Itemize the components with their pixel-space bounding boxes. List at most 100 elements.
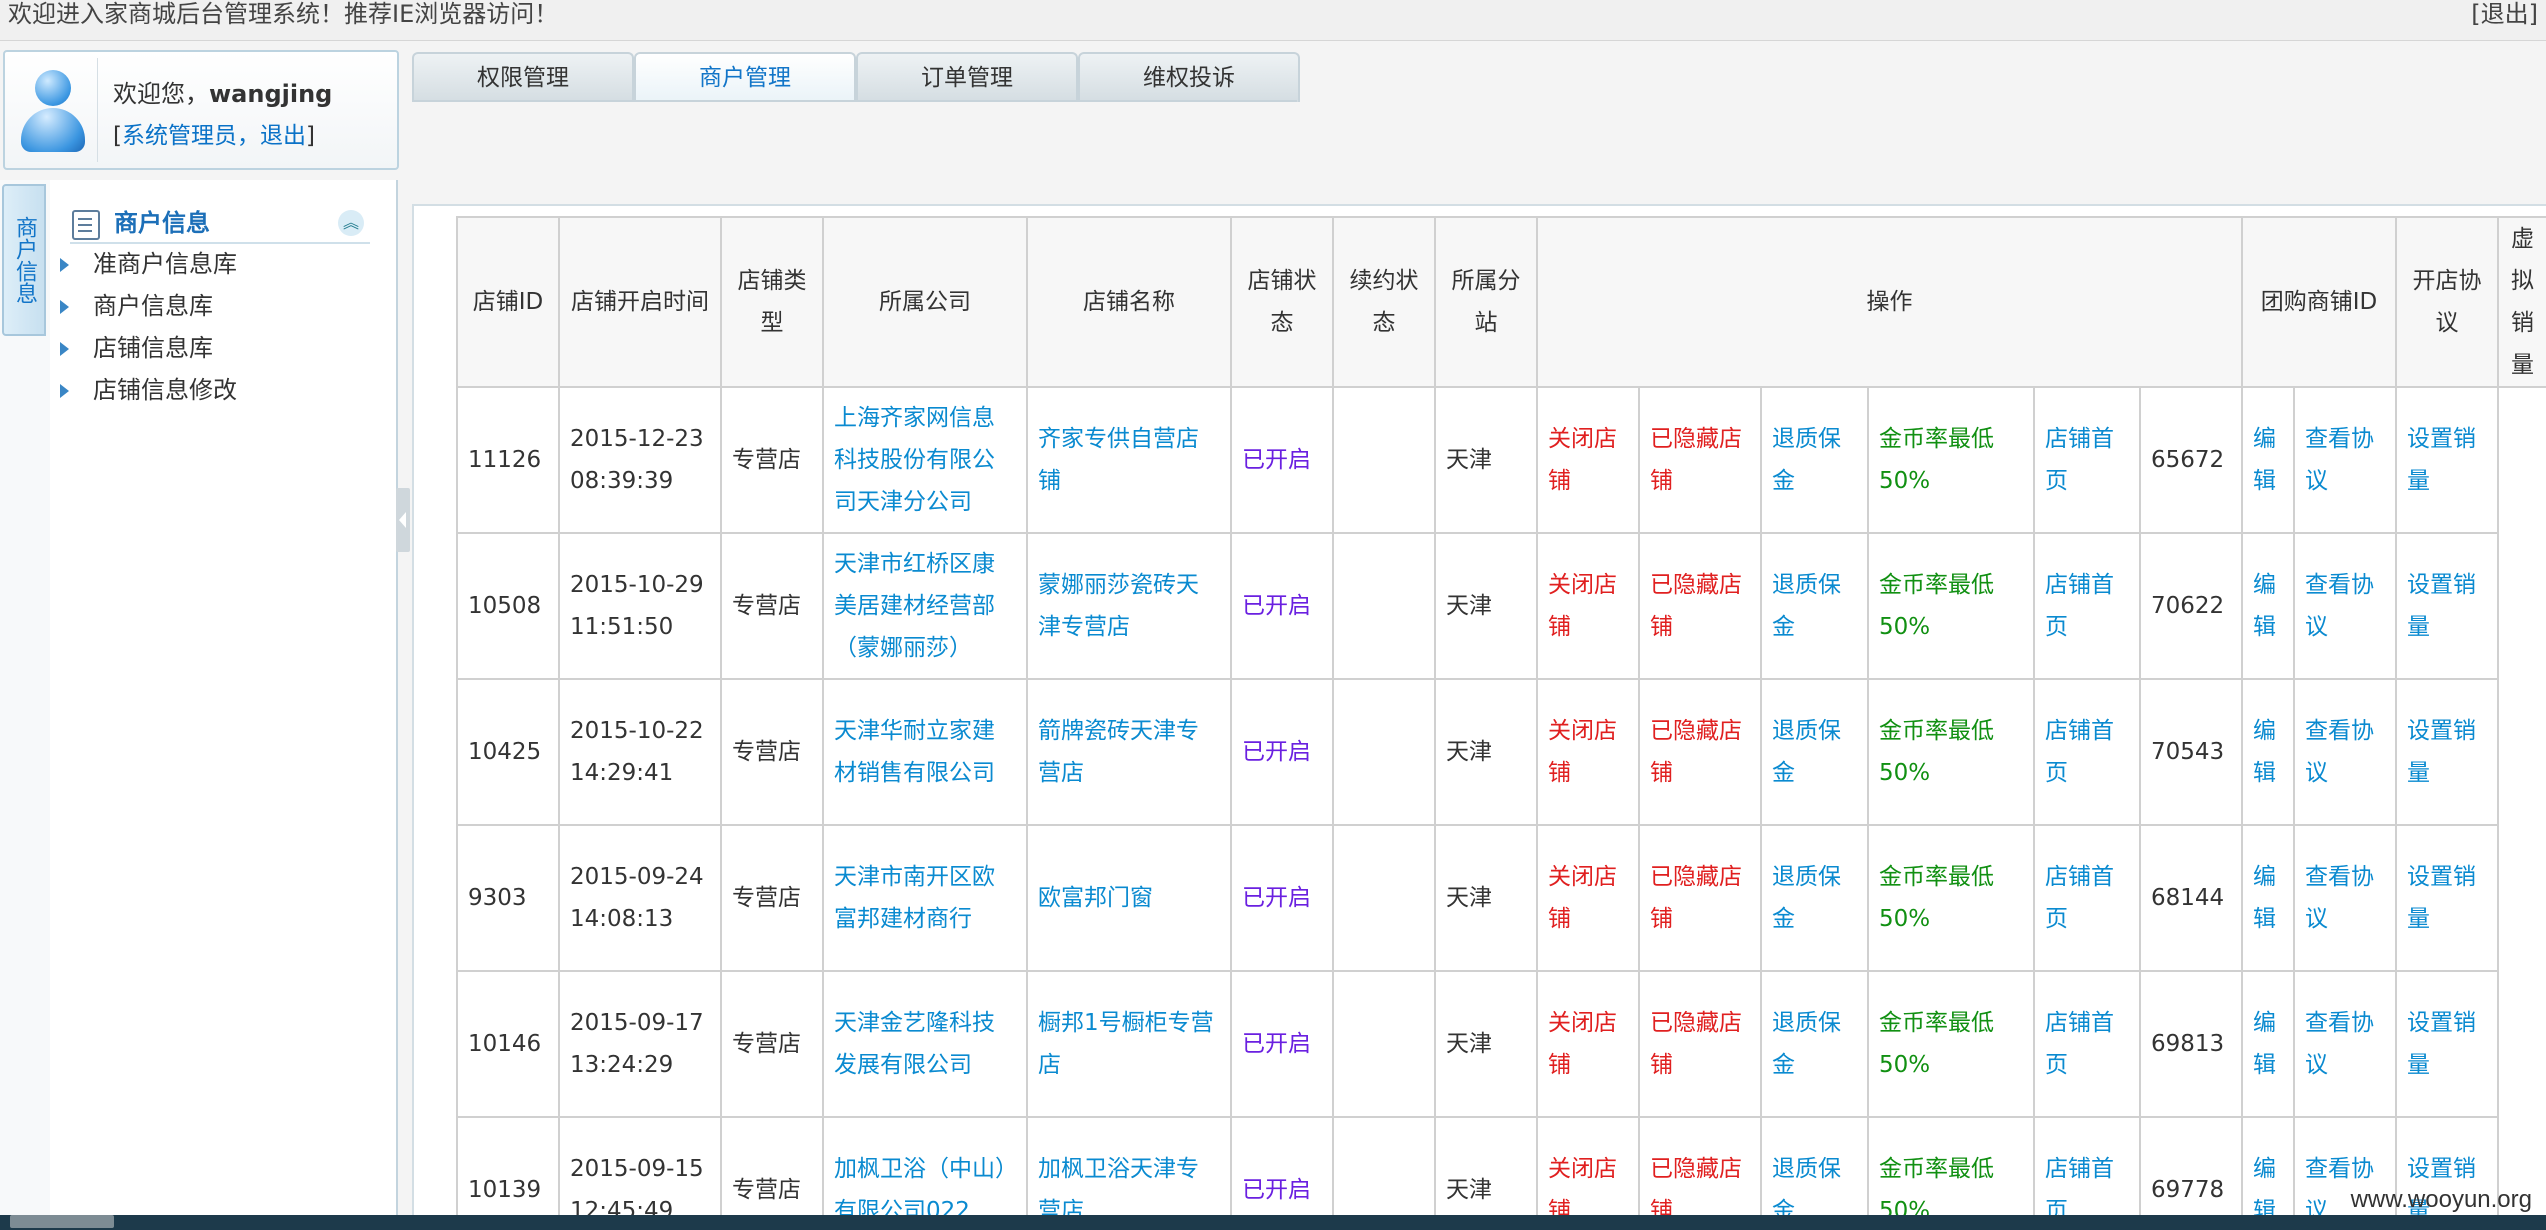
cell-store-id: 11126 [468,447,542,473]
cell-company-link[interactable]: 加枫卫浴（中山）有限公司022 [834,1156,1007,1218]
set-sales-link[interactable]: 设置销量 [2407,1010,2476,1078]
edit-link[interactable]: 编辑 [2253,864,2276,932]
cell-store-id: 9303 [468,885,527,911]
tab-complaints[interactable]: 维权投诉 [1078,52,1300,102]
tab-merchants[interactable]: 商户管理 [634,52,856,102]
view-agreement-link[interactable]: 查看协议 [2305,864,2374,932]
store-home-link[interactable]: 店铺首页 [2045,426,2114,494]
triangle-right-icon [60,258,69,272]
triangle-right-icon [60,300,69,314]
tab-permissions[interactable]: 权限管理 [412,52,634,102]
hidden-store-link[interactable]: 已隐藏店铺 [1650,864,1742,932]
cell-store-type: 专营店 [732,1031,801,1057]
double-chevron-up-icon[interactable]: ︽ [338,210,364,236]
hidden-store-link[interactable]: 已隐藏店铺 [1650,1156,1742,1218]
welcome-message: 欢迎进入家商城后台管理系统！推荐IE浏览器访问！ [8,0,559,28]
store-home-link[interactable]: 店铺首页 [2045,572,2114,640]
edit-link[interactable]: 编辑 [2253,1156,2276,1218]
cell-company-link[interactable]: 天津市南开区欧富邦建材商行 [834,864,995,932]
cell-company-link[interactable]: 上海齐家网信息科技股份有限公司天津分公司 [834,405,995,515]
tab-orders[interactable]: 订单管理 [856,52,1078,102]
cell-group-id: 70622 [2151,593,2225,619]
cell-open-time: 2015-10-29 11:51:50 [570,572,704,640]
edit-link[interactable]: 编辑 [2253,718,2276,786]
cell-store-name-link[interactable]: 齐家专供自营店铺 [1038,426,1199,494]
gold-rate-link[interactable]: 金币率最低50% [1879,1010,1994,1078]
refund-deposit-link[interactable]: 退质保金 [1772,1010,1841,1078]
set-sales-link[interactable]: 设置销量 [2407,572,2476,640]
edit-link[interactable]: 编辑 [2253,572,2276,640]
view-agreement-link[interactable]: 查看协议 [2305,426,2374,494]
gold-rate-link[interactable]: 金币率最低50% [1879,572,1994,640]
edit-link[interactable]: 编辑 [2253,426,2276,494]
refund-deposit-link[interactable]: 退质保金 [1772,864,1841,932]
cell-store-id: 10425 [468,739,542,765]
set-sales-link[interactable]: 设置销量 [2407,426,2476,494]
refund-deposit-link[interactable]: 退质保金 [1772,1156,1841,1218]
table-row: 9303 2015-09-24 14:08:13 专营店 天津市南开区欧富邦建材商行 欧… [456,824,2546,972]
sidebar-vertical-tab[interactable]: 商户信息 [2,184,46,336]
store-home-link[interactable]: 店铺首页 [2045,1010,2114,1078]
cell-substation: 天津 [1446,739,1492,765]
col-company: 所属公司 [822,216,1028,388]
cell-substation: 天津 [1446,885,1492,911]
close-store-link[interactable]: 关闭店铺 [1548,864,1617,932]
close-store-link[interactable]: 关闭店铺 [1548,718,1617,786]
hidden-store-link[interactable]: 已隐藏店铺 [1650,426,1742,494]
close-store-link[interactable]: 关闭店铺 [1548,1010,1617,1078]
close-store-link[interactable]: 关闭店铺 [1548,426,1617,494]
refund-deposit-link[interactable]: 退质保金 [1772,426,1841,494]
close-store-link[interactable]: 关闭店铺 [1548,572,1617,640]
refund-deposit-link[interactable]: 退质保金 [1772,572,1841,640]
store-home-link[interactable]: 店铺首页 [2045,864,2114,932]
cell-store-name-link[interactable]: 箭牌瓷砖天津专营店 [1038,718,1199,786]
edit-link[interactable]: 编辑 [2253,1010,2276,1078]
role-logout-link[interactable]: 系统管理员，退出 [122,123,306,149]
cell-open-time: 2015-09-17 13:24:29 [570,1010,704,1078]
gold-rate-link[interactable]: 金币率最低50% [1879,718,1994,786]
sidebar: 商户信息 商户信息 ︽ 准商户信息库 商户信息库 店铺信息库 店铺信息修改 [0,180,398,1215]
table-row: 10139 2015-09-15 12:45:49 专营店 加枫卫浴（中山）有限公司0… [456,1116,2546,1218]
sidebar-section-title: 商户信息 [114,209,210,237]
set-sales-link[interactable]: 设置销量 [2407,718,2476,786]
cell-substation: 天津 [1446,447,1492,473]
cell-company-link[interactable]: 天津金艺隆科技发展有限公司 [834,1010,995,1078]
col-renewal: 续约状态 [1332,216,1436,388]
table-row: 11126 2015-12-23 08:39:39 专营店 上海齐家网信息科技股份有限… [456,386,2546,534]
logout-link[interactable]: [退出] [2471,0,2538,28]
username: wangjing [209,80,333,108]
store-home-link[interactable]: 店铺首页 [2045,718,2114,786]
greeting: 欢迎您，wangjing [113,74,332,109]
store-home-link[interactable]: 店铺首页 [2045,1156,2114,1218]
sidebar-item-merchant-db[interactable]: 商户信息库 [60,288,380,324]
hidden-store-link[interactable]: 已隐藏店铺 [1650,1010,1742,1078]
sidebar-item-store-db[interactable]: 店铺信息库 [60,330,380,366]
cell-company-link[interactable]: 天津市红桥区康美居建材经营部（蒙娜丽莎） [834,551,995,661]
gold-rate-link[interactable]: 金币率最低50% [1879,864,1994,932]
cell-company-link[interactable]: 天津华耐立家建材销售有限公司 [834,718,995,786]
table-row: 10425 2015-10-22 14:29:41 专营店 天津华耐立家建材销售有限公… [456,678,2546,826]
cell-store-name-link[interactable]: 欧富邦门窗 [1038,885,1153,911]
view-agreement-link[interactable]: 查看协议 [2305,572,2374,640]
user-avatar-icon [35,70,71,106]
hidden-store-link[interactable]: 已隐藏店铺 [1650,718,1742,786]
document-list-icon [72,210,100,240]
gold-rate-link[interactable]: 金币率最低50% [1879,426,1994,494]
cell-store-name-link[interactable]: 加枫卫浴天津专营店 [1038,1156,1199,1218]
cell-status: 已开启 [1242,739,1311,765]
refund-deposit-link[interactable]: 退质保金 [1772,718,1841,786]
view-agreement-link[interactable]: 查看协议 [2305,718,2374,786]
gold-rate-link[interactable]: 金币率最低50% [1879,1156,1994,1218]
bottom-taskbar [0,1215,2546,1230]
content-area: 店铺ID 店铺开启时间 店铺类型 所属公司 店铺名称 店铺状态 续约状态 所属分… [412,204,2546,1218]
close-store-link[interactable]: 关闭店铺 [1548,1156,1617,1218]
sidebar-item-store-edit[interactable]: 店铺信息修改 [60,372,380,408]
taskbar-button[interactable] [10,1215,114,1228]
sidebar-item-pre-merchant[interactable]: 准商户信息库 [60,246,380,282]
view-agreement-link[interactable]: 查看协议 [2305,1010,2374,1078]
hidden-store-link[interactable]: 已隐藏店铺 [1650,572,1742,640]
cell-store-name-link[interactable]: 蒙娜丽莎瓷砖天津专营店 [1038,572,1199,640]
sidebar-collapse-handle[interactable] [396,488,410,552]
set-sales-link[interactable]: 设置销量 [2407,864,2476,932]
cell-store-name-link[interactable]: 橱邦1号橱柜专营店 [1038,1010,1214,1078]
